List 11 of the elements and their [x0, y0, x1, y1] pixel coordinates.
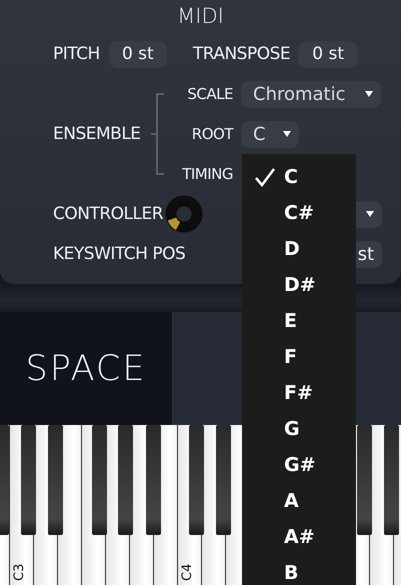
note-label: C4: [180, 565, 196, 581]
ensemble-option-label: ROOT: [190, 125, 233, 143]
transpose-label: TRANSPOSE: [192, 44, 290, 64]
note-label: C3: [12, 565, 28, 581]
controller-label: CONTROLLER: [53, 204, 164, 224]
ensemble-option-label: SCALE: [186, 85, 233, 103]
pitch-label: PITCH: [53, 44, 100, 64]
ensemble-label: ENSEMBLE: [53, 124, 142, 144]
keyswitch-label: KEYSWITCH POS: [53, 244, 186, 264]
ensemble-option-label: TIMING: [181, 165, 233, 183]
section-title: MIDI: [176, 3, 225, 30]
